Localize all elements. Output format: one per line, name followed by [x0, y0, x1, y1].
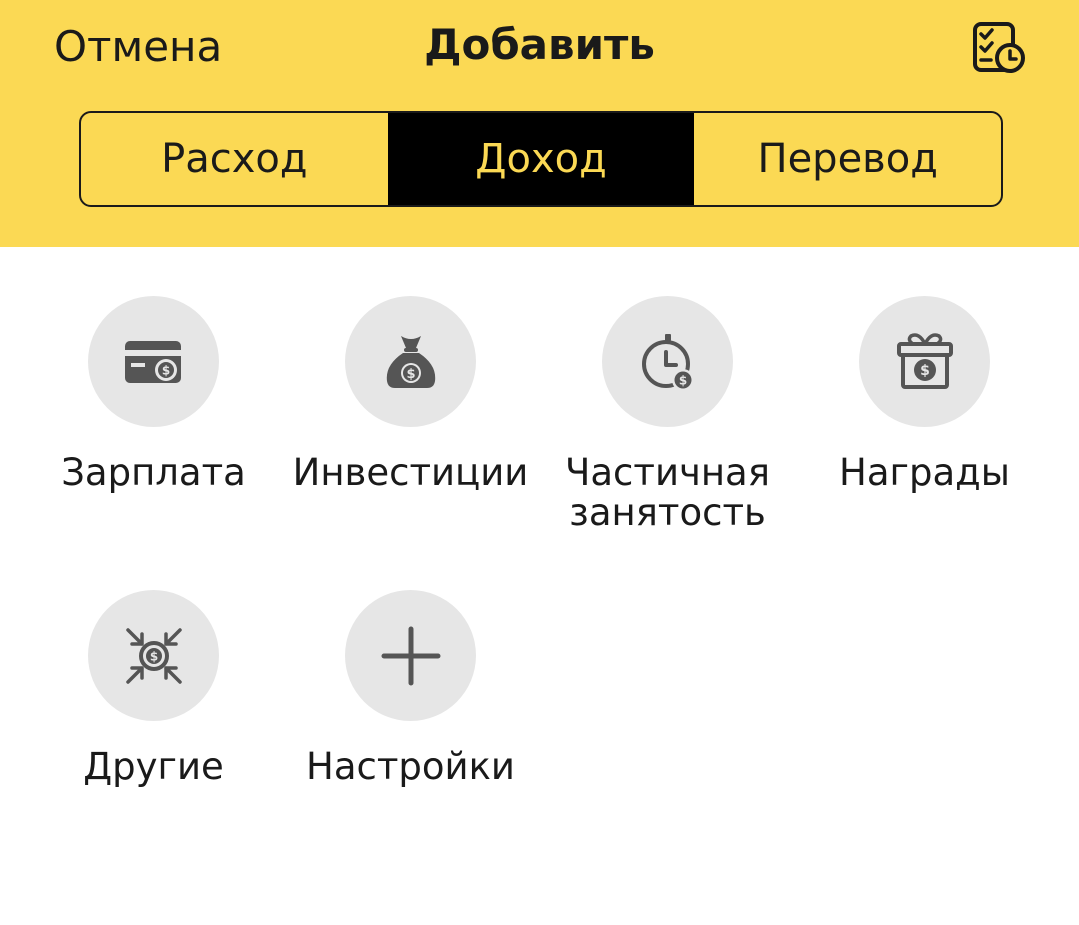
svg-text:$: $	[161, 363, 169, 377]
category-circle: $	[345, 296, 476, 427]
svg-text:$: $	[406, 367, 415, 382]
svg-text:$: $	[678, 373, 686, 387]
category-label: Инвестиции	[292, 451, 529, 494]
svg-text:$: $	[149, 649, 157, 663]
clock-dollar-icon: $	[641, 333, 694, 391]
category-part-time[interactable]: $ Частичная занятость	[539, 296, 796, 533]
tab-transfer[interactable]: Перевод	[694, 113, 1001, 205]
tab-income[interactable]: Доход	[387, 113, 695, 205]
plus-icon	[381, 626, 440, 685]
category-label: Настройки	[306, 745, 515, 788]
arrows-dollar-icon: $	[125, 627, 182, 684]
money-bag-icon: $	[386, 335, 435, 388]
category-rewards[interactable]: $ Награды	[796, 296, 1053, 493]
category-circle: $	[88, 296, 219, 427]
checklist-clock-icon[interactable]	[968, 18, 1028, 78]
category-label: Зарплата	[61, 451, 246, 494]
category-investments[interactable]: $ Инвестиции	[282, 296, 539, 493]
category-circle: $	[859, 296, 990, 427]
app-header: Отмена Добавить Расход Доход Перевод	[0, 0, 1079, 247]
category-circle: $	[88, 590, 219, 721]
svg-text:$: $	[920, 363, 930, 379]
category-salary[interactable]: $ Зарплата	[25, 296, 282, 493]
category-other[interactable]: $ Другие	[25, 590, 282, 787]
tab-expense[interactable]: Расход	[81, 113, 388, 205]
salary-card-icon: $	[124, 340, 181, 383]
category-settings[interactable]: Настройки	[282, 590, 539, 787]
category-label: Награды	[839, 451, 1010, 494]
category-circle	[345, 590, 476, 721]
category-circle: $	[602, 296, 733, 427]
gift-dollar-icon: $	[896, 332, 953, 389]
category-label: Другие	[83, 745, 224, 788]
page-title: Добавить	[424, 20, 655, 69]
type-segmented-control: Расход Доход Перевод	[79, 111, 1003, 207]
category-label: Частичная занятость	[565, 451, 770, 534]
